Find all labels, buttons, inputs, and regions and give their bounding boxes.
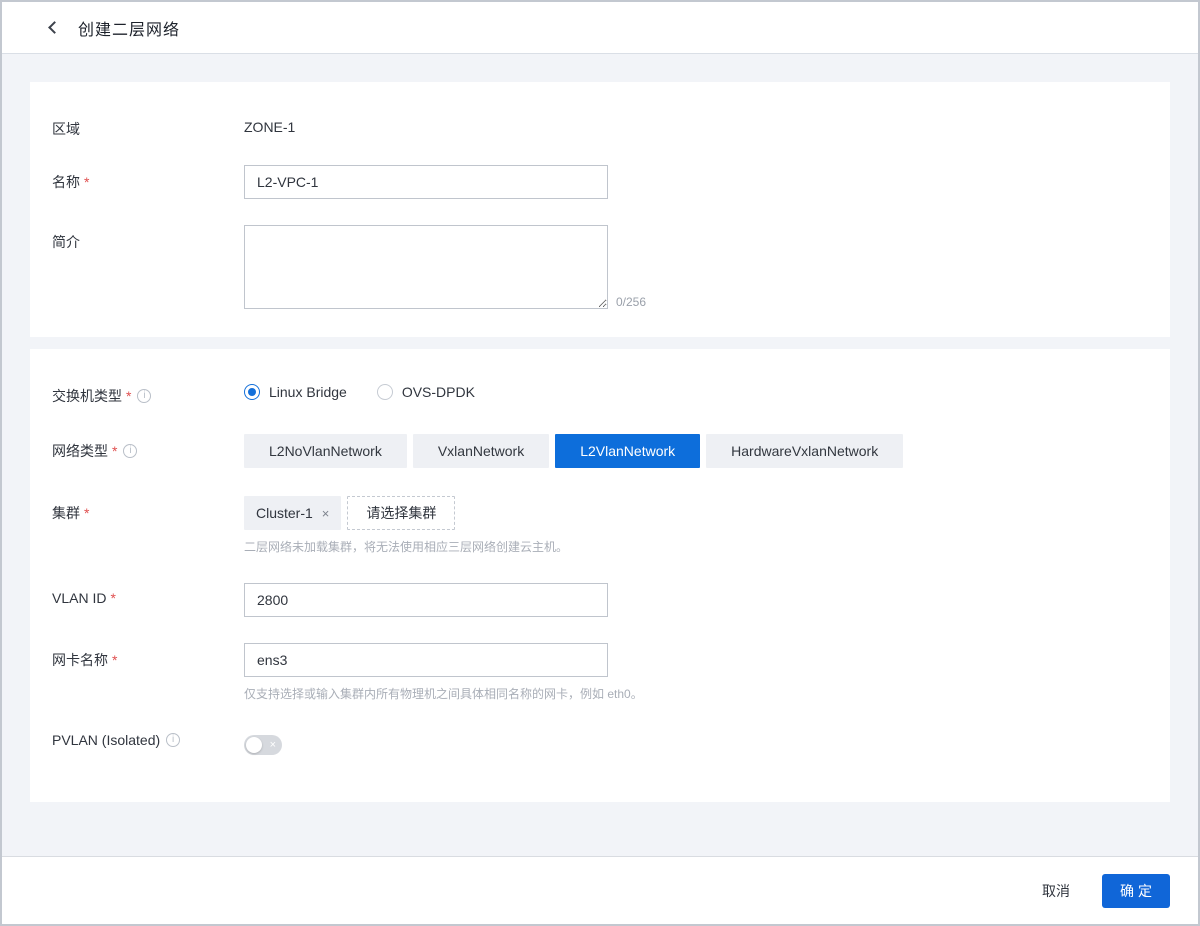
network-config-card: 交换机类型 * i Linux Bridge OVS-DPDK 网络类型 * i… [30, 349, 1170, 802]
zone-value: ZONE-1 [244, 119, 296, 135]
info-icon[interactable]: i [137, 389, 152, 403]
description-label: 简介 [52, 234, 80, 250]
nic-name-label: 网卡名称 * [52, 652, 118, 668]
radio-label: Linux Bridge [269, 384, 347, 400]
required-asterisk: * [110, 590, 116, 606]
network-type-l2novlan-button[interactable]: L2NoVlanNetwork [244, 434, 407, 468]
switch-type-radio-group: Linux Bridge OVS-DPDK [244, 379, 1140, 400]
required-asterisk: * [84, 505, 90, 521]
remove-cluster-icon[interactable]: × [322, 506, 330, 521]
network-type-l2vlan-button[interactable]: L2VlanNetwork [555, 434, 701, 468]
network-type-label: 网络类型 * i [52, 434, 244, 461]
nic-name-input[interactable] [244, 643, 608, 677]
cluster-hint: 二层网络未加载集群，将无法使用相应三层网络创建云主机。 [244, 540, 569, 554]
cancel-button[interactable]: 取消 [1032, 873, 1080, 909]
page-footer: 取消 确定 [2, 856, 1198, 924]
select-cluster-button[interactable]: 请选择集群 [347, 496, 456, 530]
page-header: 创建二层网络 [2, 2, 1198, 54]
radio-unselected-icon [376, 384, 393, 400]
vlan-id-row: VLAN ID * [52, 583, 1140, 617]
required-asterisk: * [126, 388, 132, 404]
nic-name-row: 网卡名称* 仅支持选择或输入集群内所有物理机之间具体相同名称的网卡，例如 eth… [52, 643, 1140, 702]
required-asterisk: * [112, 652, 118, 668]
zone-label: 区域 [52, 121, 80, 137]
zone-row: 区域 ZONE-1 [52, 112, 1140, 139]
cluster-selection: Cluster-1 × 请选择集群 [244, 496, 1140, 530]
pvlan-label: PVLAN (Isolated) i [52, 732, 244, 748]
name-row: 名称 * [52, 165, 1140, 199]
radio-selected-icon [244, 384, 260, 400]
info-icon[interactable]: i [166, 733, 181, 747]
description-textarea[interactable] [244, 225, 608, 309]
network-type-button-group: L2NoVlanNetwork VxlanNetwork L2VlanNetwo… [244, 434, 1140, 468]
nic-name-hint: 仅支持选择或输入集群内所有物理机之间具体相同名称的网卡，例如 eth0。 [244, 687, 643, 701]
required-asterisk: * [112, 443, 118, 459]
name-input[interactable] [244, 165, 608, 199]
network-type-row: 网络类型 * i L2NoVlanNetwork VxlanNetwork L2V… [52, 434, 1140, 468]
toggle-knob-icon [246, 737, 262, 753]
page-title: 创建二层网络 [78, 21, 181, 39]
toggle-off-icon: × [269, 739, 276, 751]
basic-info-card: 区域 ZONE-1 名称* 简介 0/256 [30, 82, 1170, 337]
required-asterisk: * [84, 174, 90, 190]
confirm-button[interactable]: 确定 [1102, 873, 1170, 908]
cluster-row: 集群 * Cluster-1 × 请选择集群 二层网络未加载集群，将无法使用相应三… [52, 496, 1140, 555]
radio-linux-bridge[interactable]: Linux Bridge [244, 384, 347, 400]
info-icon[interactable]: i [123, 444, 138, 458]
create-l2-network-page: 创建二层网络 区域 ZONE-1 名称* 简介 0/256 [0, 0, 1200, 926]
cluster-tag: Cluster-1 × [244, 496, 342, 530]
switch-type-row: 交换机类型 * i Linux Bridge OVS-DPDK [52, 379, 1140, 406]
cluster-label: 集群 * [52, 505, 90, 521]
network-type-hardwarevxlan-button[interactable]: HardwareVxlanNetwork [706, 434, 904, 468]
radio-label: OVS-DPDK [401, 384, 475, 400]
name-label: 名称 * [52, 174, 90, 190]
char-counter: 0/256 [616, 295, 647, 309]
description-row: 简介 0/256 [52, 225, 1140, 309]
switch-type-label: 交换机类型 * i [52, 379, 244, 406]
pvlan-toggle[interactable]: × [244, 735, 282, 755]
back-chevron-icon [47, 21, 61, 34]
vlan-id-label: VLAN ID * [52, 590, 116, 606]
cluster-tag-label: Cluster-1 [256, 505, 313, 521]
radio-ovs-dpdk[interactable]: OVS-DPDK [376, 384, 475, 400]
vlan-id-input[interactable] [244, 583, 608, 617]
back-button[interactable] [40, 16, 64, 40]
form-body: 区域 ZONE-1 名称* 简介 0/256 交换机类型* i [2, 54, 1198, 856]
pvlan-row: PVLAN (Isolated) i × [52, 732, 1140, 758]
network-type-vxlan-button[interactable]: VxlanNetwork [412, 434, 550, 468]
